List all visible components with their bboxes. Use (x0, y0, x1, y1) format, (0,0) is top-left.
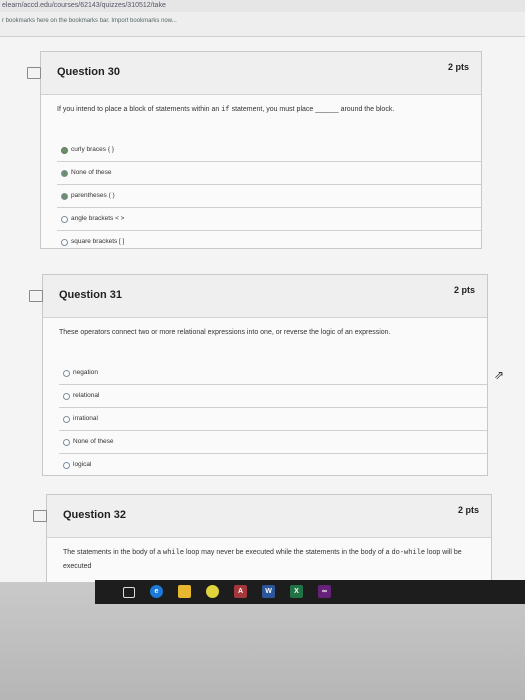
answer-list: negation relational irrational None of t… (59, 362, 487, 476)
answer-option[interactable]: parentheses ( ) (57, 185, 481, 208)
question-card-32: Question 32 2 pts The statements in the … (33, 494, 492, 593)
radio-icon[interactable] (63, 370, 70, 377)
answer-label: parentheses ( ) (71, 192, 115, 199)
task-view-icon[interactable] (123, 587, 135, 598)
blank: ______ (315, 106, 339, 113)
answer-label: irrational (73, 415, 98, 422)
answer-option[interactable]: square brackets [ ] (57, 231, 481, 253)
question-header: Question 32 2 pts (33, 495, 491, 538)
code-keyword: if (221, 106, 230, 114)
answer-label: None of these (71, 169, 112, 176)
radio-icon[interactable] (63, 439, 70, 446)
code-keyword: while (163, 549, 185, 557)
question-text-part: loop may never be executed while the sta… (185, 549, 390, 556)
question-points: 2 pts (453, 285, 475, 295)
flag-question-icon[interactable] (33, 510, 47, 522)
bookmarks-bar: r bookmarks here on the bookmarks bar. I… (0, 12, 525, 37)
answer-label: negation (73, 369, 98, 376)
question-text-part: The statements in the body of a (63, 549, 162, 556)
answer-option[interactable]: angle brackets < > (57, 208, 481, 231)
answer-option[interactable]: negation (59, 362, 487, 385)
answer-option[interactable]: None of these (59, 431, 487, 454)
radio-icon[interactable] (63, 462, 70, 469)
radio-icon[interactable] (63, 416, 70, 423)
radio-selected-icon[interactable] (61, 147, 68, 154)
question-header: Question 31 2 pts (29, 275, 487, 318)
question-title: Question 32 (63, 509, 126, 521)
access-icon[interactable]: A (234, 585, 247, 598)
question-title: Question 31 (59, 289, 122, 301)
taskbar: e A W X ∞ (95, 580, 525, 604)
answer-label: logical (73, 461, 92, 468)
question-card-31: Question 31 2 pts These operators connec… (29, 274, 488, 476)
question-text: If you intend to place a block of statem… (57, 103, 465, 117)
question-text-part: If you intend to place a block of statem… (57, 106, 220, 113)
answer-option[interactable]: None of these (57, 162, 481, 185)
question-text: The statements in the body of a while lo… (63, 546, 467, 573)
question-title: Question 30 (57, 66, 120, 78)
chrome-icon[interactable] (206, 585, 219, 598)
question-header: Question 30 2 pts (27, 52, 481, 95)
radio-icon[interactable] (61, 170, 68, 177)
answer-label: square brackets [ ] (71, 238, 125, 245)
answer-label: relational (73, 392, 100, 399)
question-card-30: Question 30 2 pts If you intend to place… (27, 51, 482, 249)
word-icon[interactable]: W (262, 585, 275, 598)
radio-icon[interactable] (63, 393, 70, 400)
edge-icon[interactable]: e (150, 585, 163, 598)
question-text-part: around the block. (340, 106, 395, 113)
code-keyword: do-while (391, 549, 426, 557)
question-text: These operators connect two or more rela… (59, 329, 391, 336)
file-explorer-icon[interactable] (178, 585, 191, 598)
radio-icon[interactable] (61, 193, 68, 200)
quiz-page: Question 30 2 pts If you intend to place… (0, 37, 525, 593)
answer-label: angle brackets < > (71, 215, 125, 222)
question-text-part: statement, you must place (231, 106, 314, 113)
answer-option[interactable]: logical (59, 454, 487, 476)
address-bar[interactable]: elearn/accd.edu/courses/62143/quizzes/31… (0, 0, 525, 12)
answer-list: curly braces { } None of these parenthes… (57, 139, 481, 253)
answer-label: None of these (73, 438, 114, 445)
bookmarks-hint: r bookmarks here on the bookmarks bar. I… (2, 18, 177, 24)
radio-icon[interactable] (61, 239, 68, 246)
answer-option[interactable]: irrational (59, 408, 487, 431)
question-points: 2 pts (457, 505, 479, 515)
excel-icon[interactable]: X (290, 585, 303, 598)
answer-option[interactable]: curly braces { } (57, 139, 481, 162)
answer-label: curly braces { } (71, 146, 114, 153)
visual-studio-icon[interactable]: ∞ (318, 585, 331, 598)
answer-option[interactable]: relational (59, 385, 487, 408)
flag-question-icon[interactable] (27, 67, 41, 79)
mouse-cursor-icon: ⇗ (494, 368, 505, 382)
question-points: 2 pts (447, 62, 469, 72)
url-text: elearn/accd.edu/courses/62143/quizzes/31… (2, 2, 166, 9)
radio-icon[interactable] (61, 216, 68, 223)
flag-question-icon[interactable] (29, 290, 43, 302)
